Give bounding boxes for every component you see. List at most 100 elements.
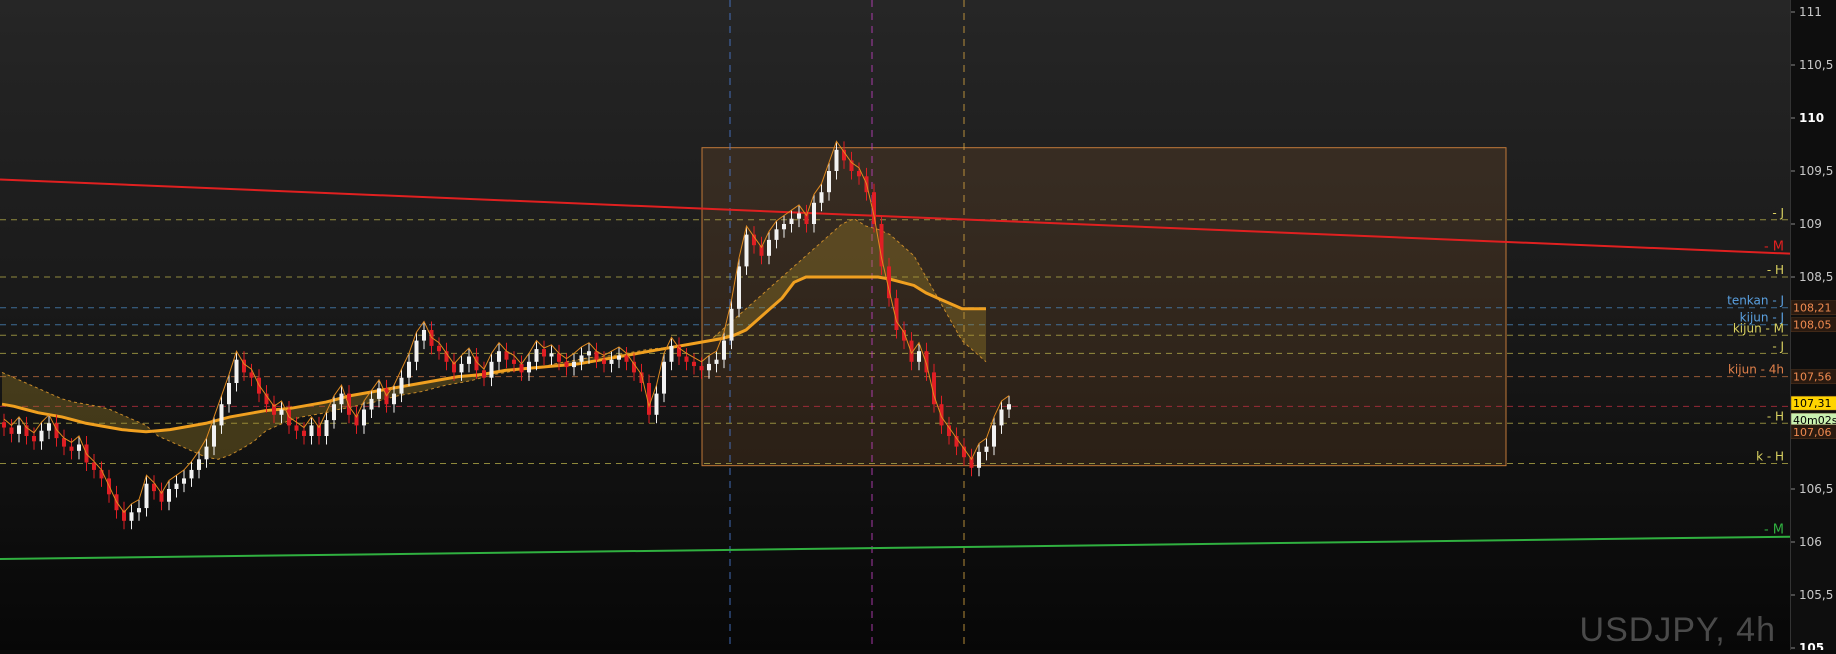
candle <box>99 469 104 479</box>
candle <box>189 469 194 479</box>
green-trendline-label: - M <box>1764 523 1784 538</box>
candle <box>699 366 704 371</box>
price-tag-3: 107,31 <box>1793 397 1832 410</box>
candle <box>392 393 396 405</box>
candle <box>579 355 584 362</box>
level-label-4: kijun - M <box>1733 321 1784 335</box>
candle <box>617 355 621 360</box>
candle <box>512 359 516 364</box>
candle <box>497 351 501 362</box>
candle <box>819 192 824 203</box>
price-tick-2: 110 <box>1799 111 1824 125</box>
candle <box>362 409 366 426</box>
level-labels-layer: - J- Htenkan - Jkijun - Jkijun - M- Jkij… <box>1727 206 1784 538</box>
level-label-6: kijun - 4h <box>1728 363 1784 377</box>
candle <box>482 370 486 378</box>
candle <box>414 340 419 362</box>
candle <box>684 356 689 362</box>
candle <box>984 446 989 452</box>
candle <box>347 393 351 415</box>
candle <box>669 345 674 362</box>
level-label-1: - H <box>1767 263 1784 277</box>
candle <box>9 427 14 434</box>
candle <box>219 404 224 426</box>
candle <box>77 444 81 451</box>
price-tick-6: 106,5 <box>1799 482 1833 496</box>
candle <box>707 363 711 371</box>
candle <box>47 423 51 431</box>
candle <box>234 359 239 383</box>
candle <box>549 353 554 357</box>
candle <box>564 361 569 368</box>
candle <box>789 218 794 224</box>
price-tick-7: 106 <box>1799 535 1822 549</box>
chart-canvas[interactable]: - J- Htenkan - Jkijun - Jkijun - M- Jkij… <box>0 0 1836 650</box>
candle <box>827 171 831 193</box>
candle <box>309 425 314 436</box>
candle <box>527 361 531 373</box>
price-tick-4: 109 <box>1799 217 1822 231</box>
level-label-9: k - H <box>1756 450 1784 464</box>
candle <box>182 478 186 484</box>
price-tick-8: 105,5 <box>1799 588 1833 602</box>
candle <box>714 359 719 364</box>
price-tag-5: 107,06 <box>1793 426 1832 439</box>
candle <box>917 351 921 362</box>
candle <box>39 430 44 442</box>
candle <box>407 361 411 378</box>
candle <box>692 361 696 367</box>
candle <box>489 361 494 378</box>
price-tag-1: 108,05 <box>1793 319 1832 332</box>
level-label-8: - H <box>1767 409 1784 423</box>
candle <box>324 420 329 436</box>
candle <box>662 361 666 394</box>
candle <box>729 308 734 341</box>
candle <box>174 483 179 489</box>
candle <box>377 388 381 399</box>
level-label-5: - J <box>1772 339 1784 353</box>
candle <box>939 404 944 426</box>
candle <box>204 446 209 460</box>
candle <box>774 229 779 240</box>
price-axis-canvas: 111 110,5 110 109,5 109 108,5 106,5 106 105,5 105… <box>1790 5 1836 654</box>
candle <box>437 345 441 352</box>
candle <box>167 489 171 502</box>
candle <box>999 409 1004 426</box>
candle <box>534 349 539 362</box>
candle <box>782 224 786 230</box>
price-tick-0: 111 <box>1799 5 1822 19</box>
candle <box>69 446 74 451</box>
candle <box>197 459 201 470</box>
price-tick-3: 109,5 <box>1799 164 1833 178</box>
candle <box>1007 404 1011 410</box>
candle <box>227 383 231 405</box>
candle <box>992 425 996 447</box>
price-tag-2: 107,56 <box>1793 371 1832 384</box>
candle <box>339 393 344 405</box>
candle <box>467 356 471 364</box>
candle <box>654 393 659 415</box>
candle <box>519 363 524 373</box>
candle <box>369 398 374 410</box>
level-label-2: tenkan - J <box>1727 294 1784 308</box>
candle <box>609 359 614 364</box>
candle <box>32 436 36 442</box>
candle <box>332 404 336 421</box>
candle <box>797 213 801 219</box>
price-tag-0: 108,21 <box>1793 302 1832 315</box>
price-axis[interactable]: 111 110,5 110 109,5 109 108,5 106,5 106 105,5 105… <box>1790 0 1836 654</box>
candle <box>602 359 606 364</box>
candle <box>294 425 299 431</box>
candle <box>722 340 726 360</box>
candle <box>302 430 306 436</box>
candle <box>17 425 21 434</box>
candle <box>744 234 749 267</box>
candle <box>144 483 149 509</box>
red-trendline-label: - M <box>1764 240 1784 255</box>
symbol-watermark: USDJPY, 4h <box>1579 611 1776 649</box>
candle <box>212 425 216 447</box>
chart-area[interactable]: - J- Htenkan - Jkijun - Jkijun - M- Jkij… <box>0 0 1836 654</box>
candle <box>137 508 141 513</box>
candle <box>399 377 404 394</box>
candle <box>624 355 629 362</box>
